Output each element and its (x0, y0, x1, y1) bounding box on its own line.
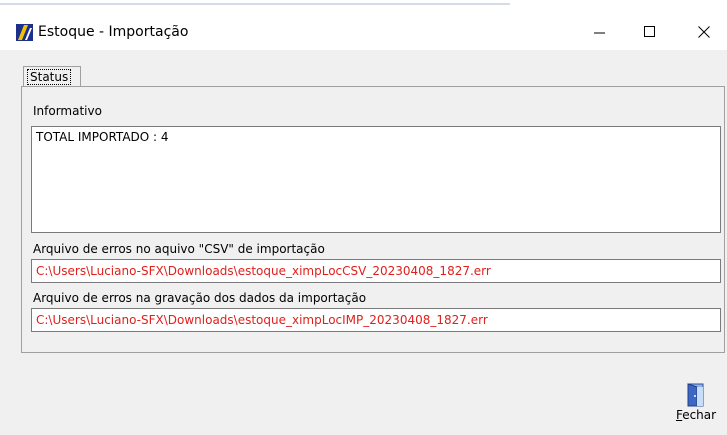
exit-door-icon (687, 383, 704, 407)
info-textarea[interactable]: TOTAL IMPORTADO : 4 (31, 126, 721, 233)
save-errors-path-field[interactable]: C:\Users\Luciano-SFX\Downloads\estoque_x… (31, 308, 721, 332)
close-button[interactable] (681, 14, 727, 50)
title-bar[interactable]: Estoque - Importação (0, 14, 727, 50)
maximize-icon (644, 26, 655, 37)
csv-errors-path-field[interactable]: C:\Users\Luciano-SFX\Downloads\estoque_x… (31, 259, 721, 283)
csv-errors-label: Arquivo de erros no aquivo "CSV" de impo… (33, 242, 325, 256)
background-divider (0, 3, 510, 5)
close-window-label-rest: echar (682, 408, 717, 422)
save-errors-label: Arquivo de erros na gravação dos dados d… (33, 291, 367, 305)
info-label: Informativo (33, 104, 102, 118)
tab-status-label: Status (27, 69, 72, 85)
import-window: Estoque - Importação Status Informativo … (0, 14, 727, 435)
app-logo-icon (16, 24, 33, 41)
minimize-icon (594, 32, 605, 34)
tab-status[interactable]: Status (23, 66, 81, 86)
window-content: Status Informativo TOTAL IMPORTADO : 4 A… (0, 50, 727, 435)
close-window-label: Fechar (674, 408, 718, 422)
window-title: Estoque - Importação (38, 24, 189, 40)
minimize-button[interactable] (577, 14, 623, 50)
maximize-button[interactable] (627, 14, 673, 50)
close-window-button[interactable]: Fechar (674, 383, 718, 427)
background-strip (0, 0, 727, 14)
status-panel: Informativo TOTAL IMPORTADO : 4 Arquivo … (21, 86, 725, 353)
close-icon (698, 26, 710, 38)
